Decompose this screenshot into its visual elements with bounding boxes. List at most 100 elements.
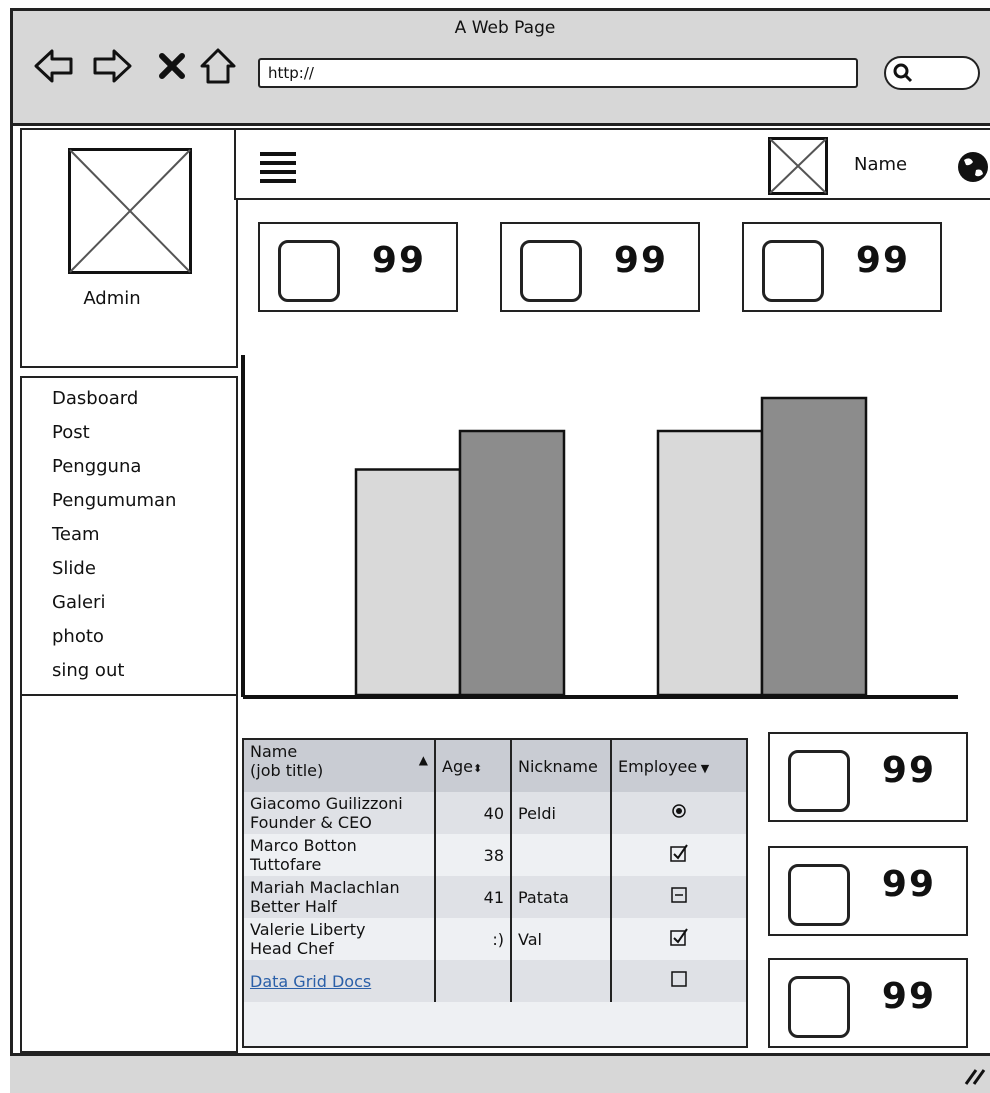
table-row: Data Grid Docs (244, 960, 746, 1002)
stat-value: 99 (881, 864, 936, 905)
sidebar-item-team[interactable]: Team (22, 518, 236, 552)
chart-bar (354, 468, 462, 697)
window-title: A Web Page (454, 18, 556, 38)
stat-icon-placeholder (788, 864, 850, 926)
stat-value: 99 (855, 240, 910, 281)
stat-value: 99 (881, 976, 936, 1017)
cell-age: 40 (435, 792, 512, 834)
stop-button[interactable] (152, 46, 192, 86)
column-header-employee[interactable]: Employee ▼ (611, 740, 746, 792)
column-header-name-label: Name (250, 742, 298, 761)
stat-icon-placeholder (762, 240, 824, 302)
top-navbar: Name (234, 128, 990, 200)
column-header-age[interactable]: Age⬍ (435, 740, 512, 792)
stat-icon-placeholder (788, 750, 850, 812)
sidebar-item-pengguna[interactable]: Pengguna (22, 450, 236, 484)
cell-job-title: Better Half (250, 897, 337, 916)
cell-employee[interactable] (611, 792, 746, 834)
cell-employee[interactable] (611, 960, 746, 1002)
checkbox-checked-icon (670, 928, 688, 946)
cell-job-title: Founder & CEO (250, 813, 372, 832)
table-row[interactable]: Valerie Liberty Head Chef :) Val (244, 918, 746, 960)
sort-up-icon: ▲ (418, 753, 428, 767)
table-row[interactable]: Giacomo Guilizzoni Founder & CEO 40 Peldi (244, 792, 746, 834)
column-header-employee-label: Employee (618, 756, 698, 776)
sort-both-icon: ⬍ (472, 761, 483, 775)
cell-age: :) (435, 918, 512, 960)
stat-card: 99 (768, 732, 968, 822)
stat-value: 99 (881, 750, 936, 791)
sidebar-menu: Dasboard Post Pengguna Pengumuman Team S… (20, 376, 238, 696)
arrow-right-icon (93, 49, 132, 83)
cell-employee[interactable] (611, 834, 746, 876)
cell-name: Giacomo Guilizzoni (250, 794, 403, 813)
back-button[interactable] (34, 46, 74, 86)
status-bar (10, 1053, 990, 1093)
resize-grip-icon[interactable] (962, 1066, 986, 1086)
url-input[interactable]: http:// (258, 58, 858, 88)
hamburger-menu-icon[interactable] (258, 150, 298, 184)
column-header-nickname-label: Nickname (518, 756, 598, 776)
sidebar-item-post[interactable]: Post (22, 416, 236, 450)
checkbox-checked-icon (670, 844, 688, 862)
search-field[interactable] (884, 56, 980, 90)
sidebar-item-slide[interactable]: Slide (22, 552, 236, 586)
cell-employee[interactable] (611, 918, 746, 960)
cell-age: 41 (435, 876, 512, 918)
data-grid-docs-link[interactable]: Data Grid Docs (250, 972, 371, 991)
search-icon (893, 63, 913, 83)
column-header-name-sublabel: (job title) (250, 761, 324, 780)
user-avatar-placeholder-icon (768, 137, 828, 195)
stat-icon-placeholder (520, 240, 582, 302)
stat-card: 99 (768, 846, 968, 936)
cell-age: 38 (435, 834, 512, 876)
cell-name: Marco Botton (250, 836, 357, 855)
stat-card: 99 (768, 958, 968, 1048)
sidebar-item-photo[interactable]: photo (22, 620, 236, 654)
sidebar-item-galeri[interactable]: Galeri (22, 586, 236, 620)
chart-bar (458, 429, 566, 697)
cell-job-title: Head Chef (250, 939, 334, 958)
table-row[interactable]: Mariah Maclachlan Better Half 41 Patata (244, 876, 746, 918)
chart-bar (656, 429, 764, 697)
cell-nickname (511, 834, 612, 876)
avatar-image-placeholder-icon (68, 148, 192, 274)
radio-selected-icon (672, 804, 686, 818)
sidebar-item-dashboard[interactable]: Dasboard (22, 382, 236, 416)
stat-card: 99 (500, 222, 700, 312)
close-icon (159, 53, 185, 79)
column-header-age-label: Age (442, 756, 473, 776)
stat-card: 99 (258, 222, 458, 312)
chart-bar (760, 396, 868, 697)
cell-name: Mariah Maclachlan (250, 878, 400, 897)
stat-icon-placeholder (788, 976, 850, 1038)
cell-nickname: Patata (511, 876, 612, 918)
column-header-name[interactable]: Name (job title) ▲ (244, 740, 436, 792)
sidebar-item-sign-out[interactable]: sing out (22, 654, 236, 688)
bar-chart (241, 355, 958, 699)
table-row[interactable]: Marco Botton Tuttofare 38 (244, 834, 746, 876)
user-label: Admin (83, 288, 141, 309)
stat-card: 99 (742, 222, 942, 312)
sidebar-item-pengumuman[interactable]: Pengumuman (22, 484, 236, 518)
cell-job-title: Tuttofare (250, 855, 322, 874)
data-grid: Name (job title) ▲ Age⬍ Nickname Employe… (242, 738, 748, 1048)
checkbox-indeterminate-icon (671, 887, 687, 903)
stat-value: 99 (613, 240, 668, 281)
globe-icon[interactable] (956, 150, 990, 184)
stat-value: 99 (371, 240, 426, 281)
column-header-nickname[interactable]: Nickname (511, 740, 612, 792)
forward-button[interactable] (92, 46, 132, 86)
cell-nickname: Peldi (511, 792, 612, 834)
home-icon (200, 48, 236, 84)
checkbox-unchecked-icon (671, 971, 687, 987)
cell-employee[interactable] (611, 876, 746, 918)
sidebar-empty-panel (20, 696, 238, 1053)
cell-nickname: Val (511, 918, 612, 960)
home-button[interactable] (198, 46, 238, 86)
user-name[interactable]: Name (854, 154, 907, 175)
sidebar-profile: Admin (20, 128, 238, 368)
cell-name: Valerie Liberty (250, 920, 366, 939)
arrow-left-icon (34, 49, 73, 83)
stat-icon-placeholder (278, 240, 340, 302)
